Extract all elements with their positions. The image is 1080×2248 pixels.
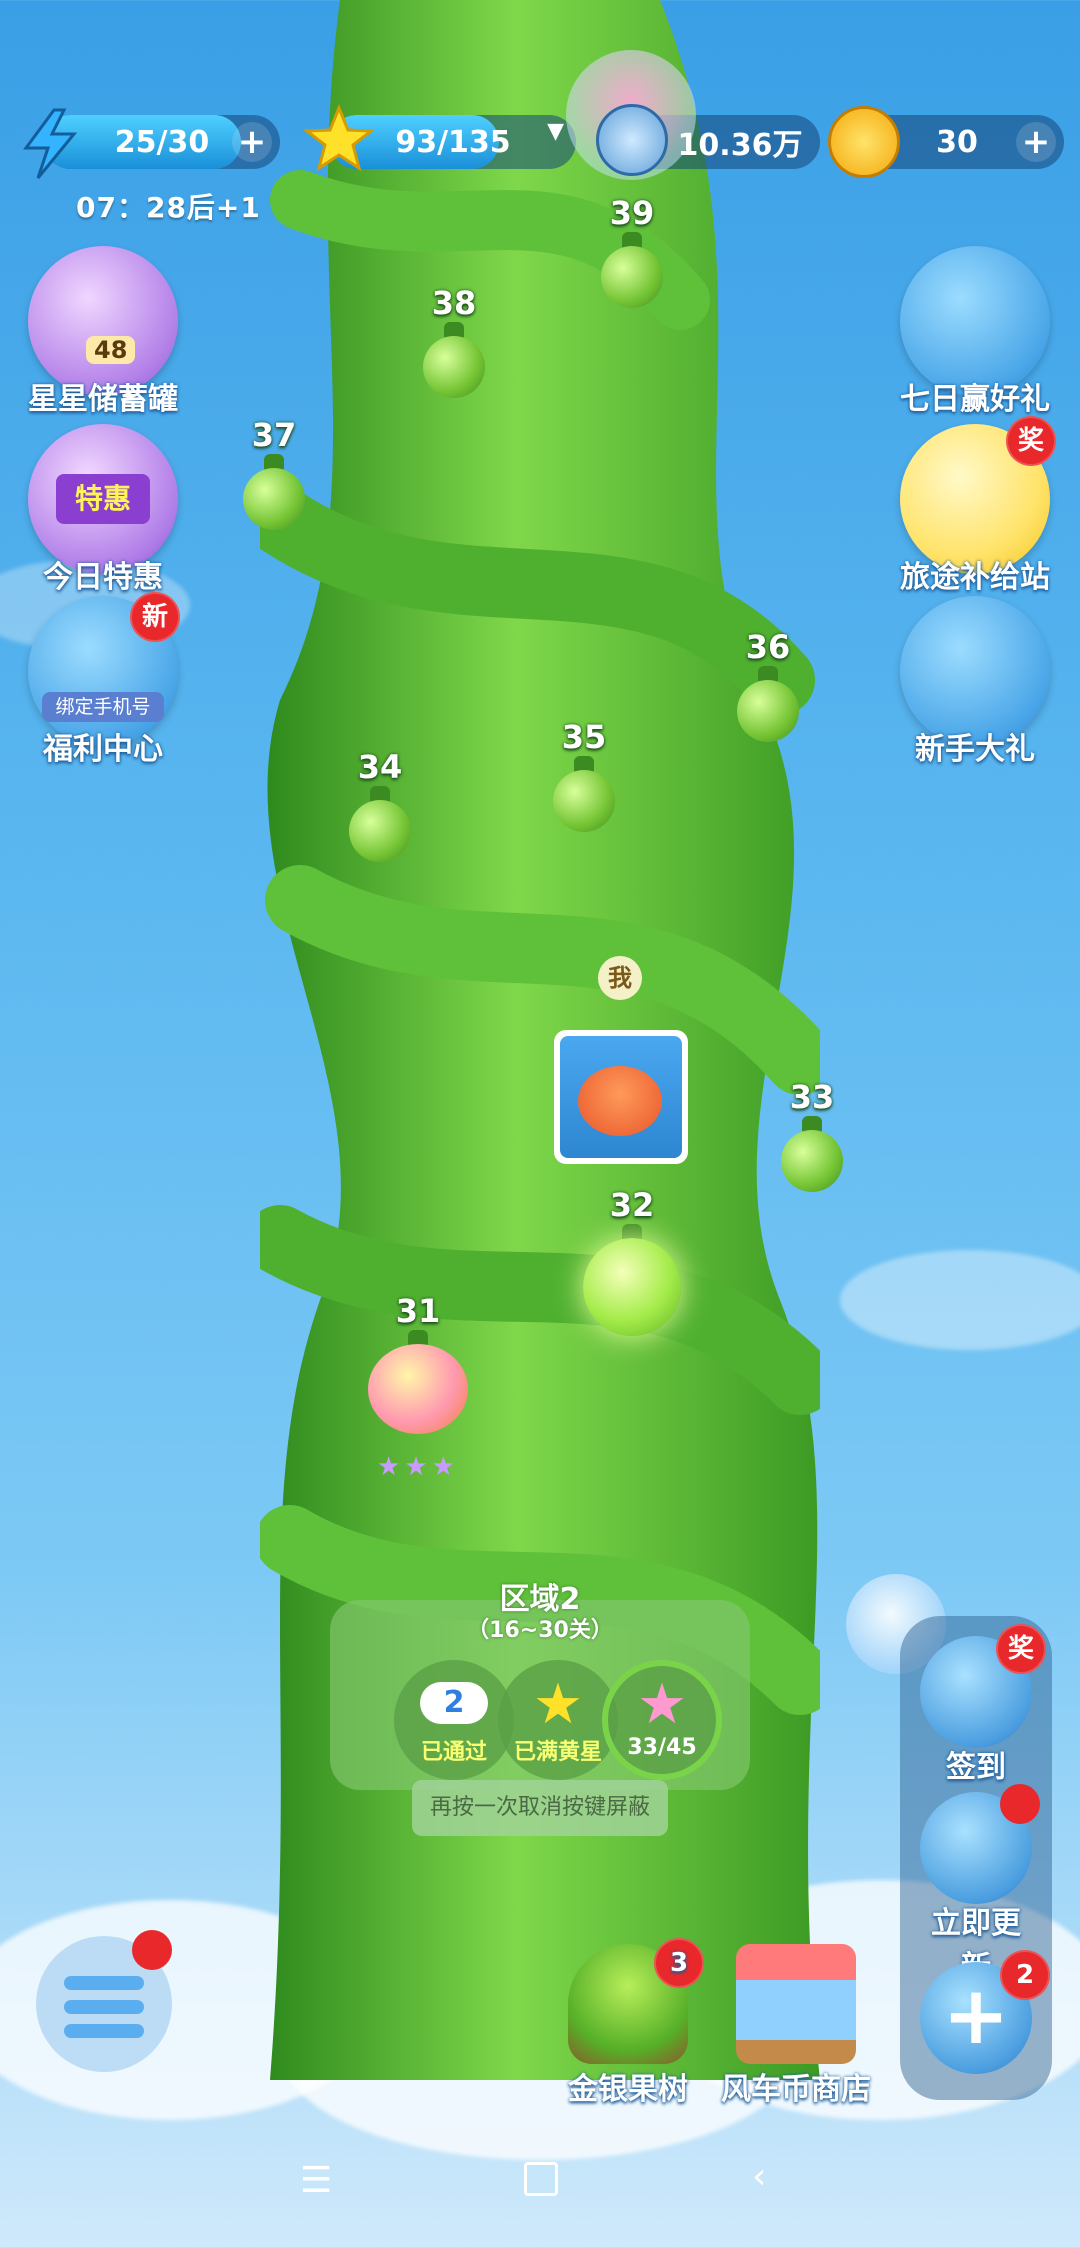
- bind-phone-tag: 绑定手机号: [42, 692, 164, 722]
- journey-supply-label: 旅途补给站: [900, 560, 1050, 595]
- reward-badge: 奖: [1006, 416, 1056, 466]
- key-block-toast: 再按一次取消按键屏蔽: [412, 1780, 668, 1836]
- rainbow-star-icon: ★: [377, 1452, 405, 1482]
- shop-stall-icon: [736, 1944, 856, 2064]
- region-rainbow-stat: ★ 33/45: [602, 1660, 722, 1780]
- welfare-center-label: 福利中心: [43, 732, 163, 767]
- berry-icon: [781, 1130, 843, 1192]
- jar-count: 48: [86, 336, 136, 364]
- level-number: 34: [357, 748, 403, 786]
- crab-character-icon: [560, 1036, 682, 1158]
- star-icon: ★: [532, 1672, 584, 1737]
- level-node-33[interactable]: 33: [772, 1078, 852, 1192]
- player-avatar[interactable]: [554, 1030, 688, 1164]
- star-savings-jar-button[interactable]: 48 星星储蓄罐: [18, 246, 188, 418]
- newbie-gift-label: 新手大礼: [915, 732, 1035, 767]
- region-full-stars-caption: 已满黄星: [513, 1740, 602, 1765]
- region-range: （16~30关）: [467, 1618, 613, 1643]
- rainbow-star-icon: ★: [404, 1452, 432, 1482]
- region-passed-caption: 已通过: [420, 1740, 487, 1765]
- region-full-stars-stat: ★ 已满黄星: [498, 1660, 618, 1780]
- berry-icon: [553, 770, 615, 832]
- daily-deal-sign: 特惠: [56, 474, 150, 524]
- level-number: 39: [609, 194, 655, 232]
- level-number: 35: [561, 718, 607, 756]
- level-number: 31: [395, 1292, 441, 1330]
- expand-plus-button[interactable]: + 2: [920, 1950, 1050, 2074]
- coin-icon: [828, 106, 900, 178]
- berry-icon: [601, 246, 663, 308]
- windmill-value: 10.36万: [677, 128, 803, 163]
- sign-in-button[interactable]: 签到 奖: [920, 1624, 1046, 1786]
- me-marker: 我: [598, 956, 642, 1000]
- rainbow-berry-icon: [368, 1344, 468, 1434]
- notification-dot: [132, 1930, 172, 1970]
- windmill-shop-label: 风车币商店: [721, 2072, 871, 2107]
- region-panel[interactable]: 区域2 （16~30关） 2 已通过 ★ 已满黄星 ★ 33/45: [330, 1582, 750, 1790]
- level-node-36[interactable]: 36: [728, 628, 808, 742]
- rainbow-star-icon: ★: [636, 1672, 688, 1737]
- level-number: 37: [251, 416, 297, 454]
- star-savings-jar-label: 星星储蓄罐: [28, 382, 178, 417]
- new-badge: 新: [130, 592, 180, 642]
- level-number: 32: [609, 1186, 655, 1224]
- chevron-down-icon: ▼: [547, 119, 564, 144]
- region-rainbow-caption: 33/45: [627, 1735, 697, 1760]
- berry-icon: [349, 800, 411, 862]
- system-nav-bar: ☰ ‹: [0, 2150, 1080, 2220]
- daily-deal-button[interactable]: 特惠 今日特惠: [18, 424, 188, 596]
- count-badge: 2: [1000, 1950, 1050, 2000]
- level-node-39[interactable]: 39: [592, 194, 672, 308]
- level-node-31[interactable]: 31 ★★★: [366, 1292, 470, 1482]
- level-node-35[interactable]: 35: [544, 718, 624, 832]
- cloud-icon: 2: [420, 1682, 488, 1724]
- journey-supply-button[interactable]: 旅途补给站 奖: [890, 416, 1060, 596]
- berry-icon: [423, 336, 485, 398]
- coins-plus-button[interactable]: +: [1016, 122, 1056, 162]
- rainbow-star-icon: ★: [431, 1452, 459, 1482]
- welfare-center-button[interactable]: 绑定手机号 福利中心 新: [18, 592, 188, 768]
- menu-icon[interactable]: ☰: [300, 2160, 332, 2201]
- region-passed-stat: 2 已通过: [394, 1660, 514, 1780]
- level-node-37[interactable]: 37: [234, 416, 314, 530]
- level-node-32[interactable]: 32: [582, 1186, 682, 1336]
- star-icon: [304, 104, 374, 172]
- reward-badge: 奖: [996, 1624, 1046, 1674]
- berry-icon: [243, 468, 305, 530]
- level-node-34[interactable]: 34: [340, 748, 420, 862]
- cloud-decoration: [840, 1250, 1080, 1350]
- glowing-berry-icon: [583, 1238, 681, 1336]
- list-icon: [64, 1976, 144, 2038]
- level-stars: ★★★: [366, 1452, 470, 1482]
- tree-count-badge: 3: [654, 1938, 704, 1988]
- seven-day-reward-label: 七日赢好礼: [900, 382, 1050, 417]
- lightning-icon: [23, 108, 78, 179]
- energy-timer: 07：28后+1: [76, 191, 261, 224]
- money-tree-button[interactable]: 金银果树 3: [558, 1938, 704, 2108]
- home-icon[interactable]: [524, 2162, 558, 2196]
- level-number: 38: [431, 284, 477, 322]
- windmill-shop-button[interactable]: 风车币商店: [716, 1944, 876, 2108]
- notification-dot: [1000, 1784, 1040, 1824]
- energy-plus-button[interactable]: +: [232, 122, 272, 162]
- game-scene: 25/30 + 93/135 ▼ 10.36万 30 + 07：28后+1 48…: [0, 0, 1080, 2248]
- daily-deal-label: 今日特惠: [43, 560, 163, 595]
- berry-icon: [737, 680, 799, 742]
- level-node-38[interactable]: 38: [414, 284, 494, 398]
- menu-button[interactable]: [36, 1930, 172, 2072]
- back-icon[interactable]: ‹: [752, 2156, 766, 2197]
- level-number: 36: [745, 628, 791, 666]
- sign-in-label: 签到: [946, 1750, 1006, 1785]
- stars-value: 93/135: [395, 124, 511, 160]
- level-number: 33: [789, 1078, 835, 1116]
- money-tree-label: 金银果树: [568, 2072, 688, 2107]
- windmill-icon: [596, 104, 668, 176]
- coins-value: 30: [936, 124, 978, 160]
- seven-day-reward-button[interactable]: 七日赢好礼: [890, 246, 1060, 418]
- newbie-gift-button[interactable]: 新手大礼: [890, 596, 1060, 768]
- energy-value: 25/30: [114, 124, 210, 160]
